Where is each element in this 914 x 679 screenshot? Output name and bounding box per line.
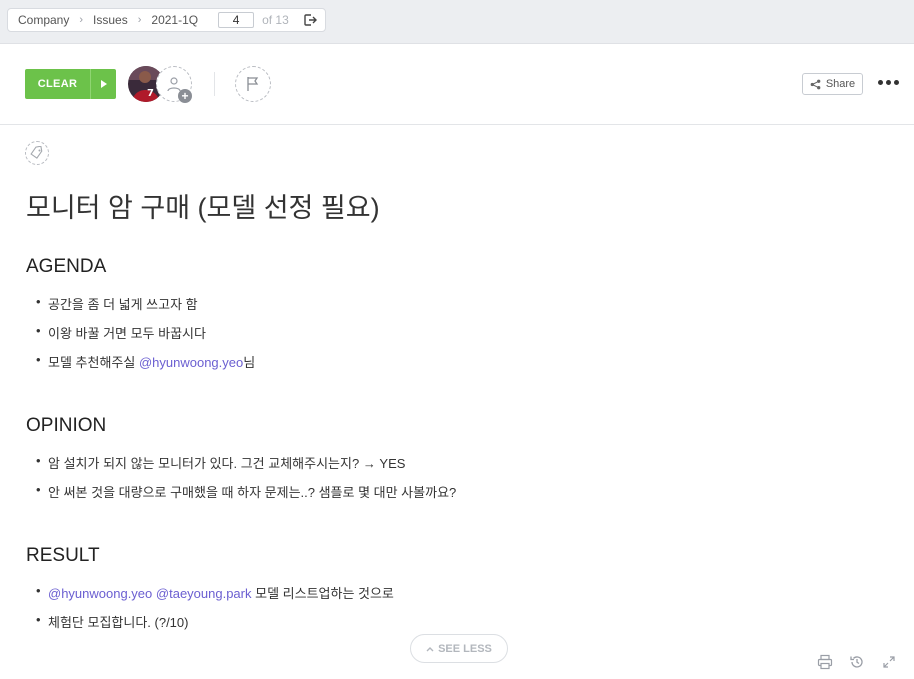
list-item: 이왕 바꿀 거면 모두 바꿉시다 (36, 323, 206, 342)
breadcrumb-item-company[interactable]: Company (18, 13, 69, 27)
exit-icon[interactable] (303, 13, 317, 27)
expand-icon[interactable] (881, 654, 897, 670)
divider (214, 72, 215, 96)
breadcrumb-item-issues[interactable]: Issues (93, 13, 128, 27)
flag-button[interactable] (235, 66, 271, 102)
issue-title[interactable]: 모니터 암 구매 (모델 선정 필요) (26, 186, 380, 225)
see-less-button[interactable]: SEE LESS (410, 634, 508, 663)
list-item: 암 설치가 되지 않는 모니터가 있다. 그건 교체해주시는지? → YES (36, 453, 405, 472)
list-item: 체험단 모집합니다. (?/10) (36, 612, 188, 631)
svg-text:7: 7 (147, 88, 154, 99)
list-item: 안 써본 것을 대량으로 구매했을 때 하자 문제는..? 샘플로 몇 대만 사… (36, 482, 456, 501)
section-heading-opinion: OPINION (26, 415, 107, 436)
list-item: 공간을 좀 더 넓게 쓰고자 함 (36, 294, 198, 313)
print-icon[interactable] (817, 654, 833, 670)
flag-icon (247, 77, 259, 91)
breadcrumb: Company › Issues › 2021-1Q 4 of 13 (7, 8, 326, 32)
tag-icon (30, 146, 43, 159)
top-bar: Company › Issues › 2021-1Q 4 of 13 (0, 0, 914, 44)
plus-icon: + (178, 89, 192, 103)
mention-link[interactable]: @hyunwoong.yeo (48, 586, 152, 601)
add-assignee-button[interactable]: + (156, 66, 192, 103)
mention-link[interactable]: @hyunwoong.yeo (139, 355, 243, 370)
section-heading-agenda: AGENDA (26, 256, 107, 277)
list-item: @hyunwoong.yeo @taeyoung.park 모델 리스트업하는 … (36, 583, 394, 602)
breadcrumb-item-period[interactable]: 2021-1Q (151, 13, 198, 27)
section-heading-result: RESULT (26, 545, 100, 566)
status-dropdown[interactable]: CLEAR (25, 69, 116, 99)
page-total: of 13 (262, 13, 289, 27)
status-button[interactable]: CLEAR (25, 69, 90, 99)
chevron-up-icon (426, 646, 434, 651)
mention-link[interactable]: @taeyoung.park (156, 586, 252, 601)
share-label: Share (825, 78, 856, 90)
page-number-input[interactable]: 4 (218, 12, 255, 28)
history-icon[interactable] (849, 654, 865, 670)
chevron-right-icon: › (79, 14, 84, 26)
more-options-icon[interactable] (878, 80, 899, 85)
footer-actions (817, 654, 897, 670)
share-icon (810, 79, 821, 89)
list-item: 모델 추천해주실 @hyunwoong.yeo님 (36, 352, 255, 371)
add-tag-button[interactable] (25, 141, 49, 165)
issue-toolbar: CLEAR 7 + Share (0, 44, 914, 125)
caret-right-icon[interactable] (90, 69, 116, 99)
chevron-right-icon: › (137, 14, 142, 26)
share-button[interactable]: Share (802, 73, 863, 95)
